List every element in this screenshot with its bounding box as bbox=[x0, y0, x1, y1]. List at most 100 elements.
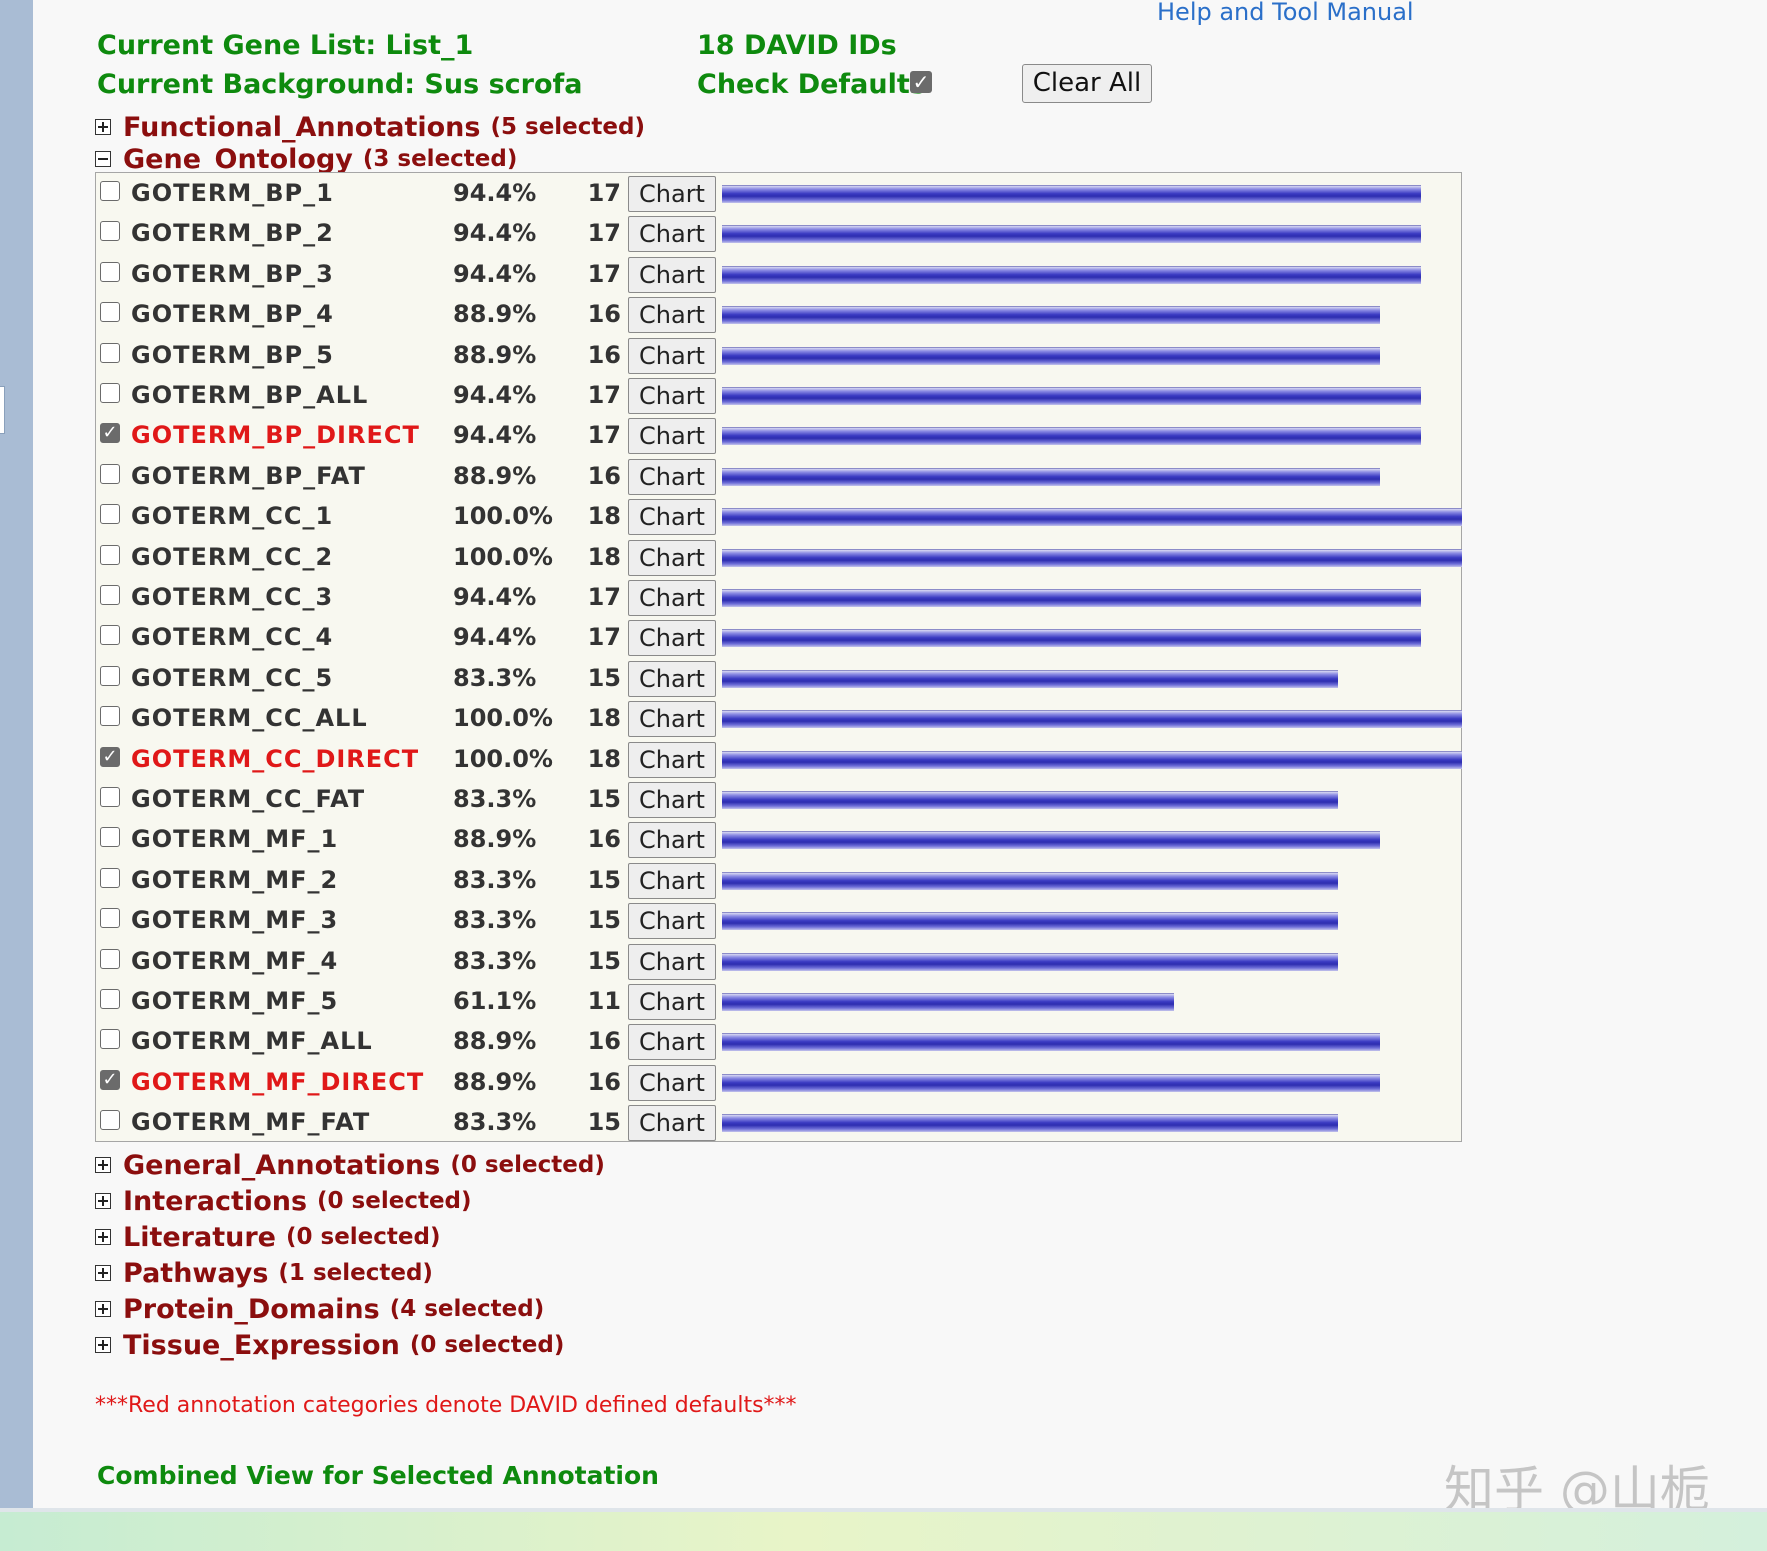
term-row: GOTERM_BP_3 94.4% 17 Chart bbox=[96, 256, 1461, 296]
category-interactions[interactable]: Interactions (0 selected) bbox=[95, 1184, 472, 1218]
term-checkbox[interactable] bbox=[100, 463, 120, 484]
category-name[interactable]: Tissue_Expression bbox=[123, 1330, 400, 1361]
chart-button[interactable]: Chart bbox=[628, 1064, 716, 1101]
check-defaults-checkbox[interactable]: ✓ bbox=[910, 71, 932, 93]
term-checkbox[interactable] bbox=[100, 908, 120, 929]
term-checkbox[interactable] bbox=[100, 867, 120, 888]
chart-button[interactable]: Chart bbox=[628, 458, 716, 495]
coverage-bar bbox=[722, 265, 1421, 284]
category-general-annotations[interactable]: General_Annotations (0 selected) bbox=[95, 1148, 605, 1182]
category-selected-count: (5 selected) bbox=[490, 114, 645, 140]
chart-button[interactable]: Chart bbox=[628, 862, 716, 899]
chart-button[interactable]: Chart bbox=[628, 741, 716, 778]
chart-button[interactable]: Chart bbox=[628, 256, 716, 293]
chart-button[interactable]: Chart bbox=[628, 1105, 716, 1142]
category-name[interactable]: Protein_Domains bbox=[123, 1294, 380, 1325]
category-name[interactable]: Pathways bbox=[123, 1258, 268, 1289]
category-name[interactable]: Interactions bbox=[123, 1186, 307, 1217]
term-row: GOTERM_CC_FAT 83.3% 15 Chart bbox=[96, 781, 1461, 821]
term-row: GOTERM_BP_FAT 88.9% 16 Chart bbox=[96, 458, 1461, 498]
term-checkbox[interactable] bbox=[100, 342, 120, 363]
expand-icon[interactable] bbox=[95, 119, 111, 135]
term-checkbox[interactable] bbox=[100, 665, 120, 686]
chart-button[interactable]: Chart bbox=[628, 943, 716, 980]
term-checkbox[interactable] bbox=[100, 221, 120, 242]
category-name[interactable]: General_Annotations bbox=[123, 1150, 440, 1181]
chart-button[interactable]: Chart bbox=[628, 418, 716, 455]
term-name: GOTERM_CC_ALL bbox=[131, 704, 368, 733]
chart-button[interactable]: Chart bbox=[628, 1024, 716, 1061]
term-count: 17 bbox=[587, 381, 621, 409]
coverage-bar bbox=[722, 831, 1380, 850]
clear-all-button[interactable]: Clear All bbox=[1022, 64, 1152, 103]
chart-button[interactable]: Chart bbox=[628, 822, 716, 859]
help-link[interactable]: Help and Tool Manual bbox=[1157, 0, 1414, 26]
chart-button[interactable]: Chart bbox=[628, 539, 716, 576]
category-functional-annotations[interactable]: Functional_Annotations (5 selected) bbox=[95, 110, 645, 144]
chart-button[interactable]: Chart bbox=[628, 176, 716, 212]
term-row: GOTERM_MF_4 83.3% 15 Chart bbox=[96, 943, 1461, 983]
chart-button[interactable]: Chart bbox=[628, 580, 716, 616]
expand-icon[interactable] bbox=[95, 1265, 111, 1281]
term-checkbox[interactable] bbox=[100, 504, 120, 525]
chart-button[interactable]: Chart bbox=[628, 337, 716, 374]
term-checkbox[interactable] bbox=[100, 989, 120, 1009]
category-protein-domains[interactable]: Protein_Domains (4 selected) bbox=[95, 1292, 544, 1326]
category-name[interactable]: Functional_Annotations bbox=[123, 112, 480, 143]
chart-button[interactable]: Chart bbox=[628, 297, 716, 334]
term-checkbox[interactable] bbox=[100, 706, 120, 727]
chart-button[interactable]: Chart bbox=[628, 620, 716, 657]
term-row: GOTERM_BP_5 88.9% 16 Chart bbox=[96, 337, 1461, 377]
term-checkbox[interactable] bbox=[100, 787, 120, 807]
term-count: 16 bbox=[587, 461, 621, 490]
category-selected-count: (1 selected) bbox=[278, 1260, 433, 1286]
category-pathways[interactable]: Pathways (1 selected) bbox=[95, 1256, 433, 1290]
term-checkbox[interactable] bbox=[100, 948, 120, 969]
term-count: 18 bbox=[587, 744, 621, 773]
chart-button[interactable]: Chart bbox=[628, 782, 716, 818]
term-checkbox[interactable]: ✓ bbox=[100, 746, 120, 767]
chart-button[interactable]: Chart bbox=[628, 701, 716, 738]
term-checkbox[interactable]: ✓ bbox=[100, 1069, 120, 1090]
term-row: GOTERM_MF_3 83.3% 15 Chart bbox=[96, 902, 1461, 942]
term-count: 16 bbox=[587, 300, 621, 329]
term-checkbox[interactable]: ✓ bbox=[100, 423, 120, 444]
expand-icon[interactable] bbox=[95, 1301, 111, 1317]
category-gene-ontology[interactable]: Gene_Ontology (3 selected) bbox=[95, 142, 517, 176]
chart-button[interactable]: Chart bbox=[628, 216, 716, 253]
term-checkbox[interactable] bbox=[100, 261, 120, 282]
chart-button[interactable]: Chart bbox=[628, 903, 716, 940]
term-checkbox[interactable] bbox=[100, 827, 120, 848]
term-checkbox[interactable] bbox=[100, 585, 120, 605]
category-name[interactable]: Gene_Ontology bbox=[123, 144, 353, 175]
category-literature[interactable]: Literature (0 selected) bbox=[95, 1220, 440, 1254]
expand-icon[interactable] bbox=[95, 1193, 111, 1209]
expand-icon[interactable] bbox=[95, 1229, 111, 1245]
term-checkbox[interactable] bbox=[100, 181, 120, 201]
combined-view-link[interactable]: Combined View for Selected Annotation bbox=[97, 1461, 659, 1490]
sidebar-collapse-handle[interactable] bbox=[0, 386, 5, 434]
term-checkbox[interactable] bbox=[100, 625, 120, 646]
term-percentage: 94.4% bbox=[453, 421, 537, 450]
collapse-icon[interactable] bbox=[95, 151, 111, 167]
term-name: GOTERM_MF_DIRECT bbox=[131, 1067, 425, 1096]
term-percentage: 94.4% bbox=[453, 623, 537, 652]
chart-button[interactable]: Chart bbox=[628, 984, 716, 1020]
chart-button[interactable]: Chart bbox=[628, 660, 716, 697]
term-percentage: 88.9% bbox=[453, 300, 537, 329]
expand-icon[interactable] bbox=[95, 1157, 111, 1173]
term-checkbox[interactable] bbox=[100, 1029, 120, 1050]
term-name: GOTERM_CC_DIRECT bbox=[131, 744, 420, 773]
term-checkbox[interactable] bbox=[100, 1110, 120, 1131]
term-checkbox[interactable] bbox=[100, 302, 120, 323]
chart-button[interactable]: Chart bbox=[628, 499, 716, 536]
expand-icon[interactable] bbox=[95, 1337, 111, 1353]
term-count: 17 bbox=[587, 623, 621, 652]
chart-button[interactable]: Chart bbox=[628, 378, 716, 414]
term-checkbox[interactable] bbox=[100, 383, 120, 403]
david-ids-count: 18 DAVID IDs bbox=[697, 30, 897, 61]
term-checkbox[interactable] bbox=[100, 544, 120, 565]
term-count: 16 bbox=[587, 825, 621, 854]
category-tissue-expression[interactable]: Tissue_Expression (0 selected) bbox=[95, 1328, 564, 1362]
category-name[interactable]: Literature bbox=[123, 1222, 276, 1253]
